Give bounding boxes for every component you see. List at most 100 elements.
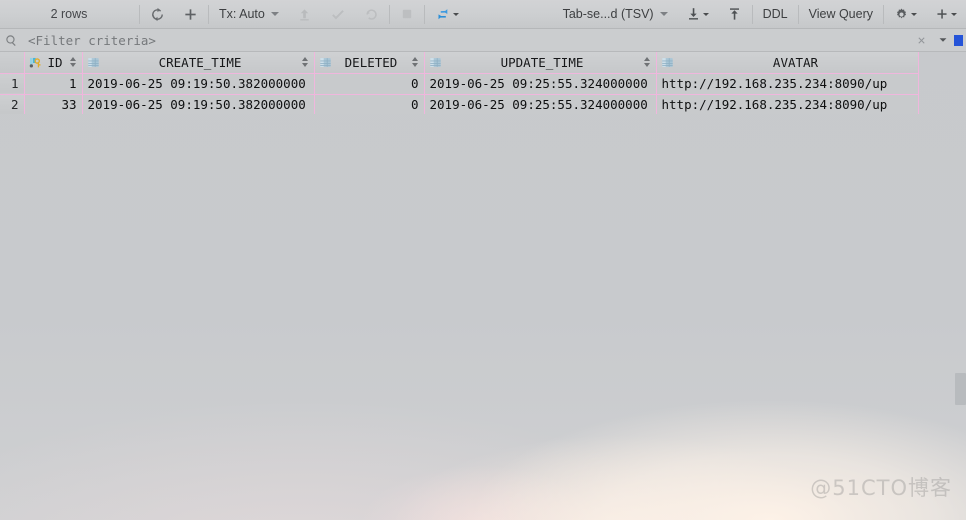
- cell-value: 0: [410, 75, 419, 91]
- output-format-label: Tab-se...d (TSV): [562, 7, 654, 21]
- resize-handle[interactable]: [954, 34, 963, 46]
- cell-deleted[interactable]: 0: [314, 73, 425, 95]
- submit-icon: [297, 7, 312, 22]
- cell-value: 1: [68, 75, 77, 91]
- ddl-button[interactable]: DDL: [754, 1, 797, 28]
- table-row[interactable]: 1 1 2019-06-25 09:19:50.382000000 0 2019…: [0, 73, 919, 95]
- gear-icon: [894, 7, 909, 22]
- plus-icon: [183, 7, 198, 22]
- column-header-avatar[interactable]: AVATAR: [656, 52, 919, 74]
- sort-indicator-update-time[interactable]: [643, 56, 652, 69]
- submit-button: [288, 1, 321, 28]
- commit-icon: [330, 7, 346, 22]
- cell-deleted[interactable]: 0: [314, 94, 425, 114]
- rollback-button: [355, 1, 388, 28]
- rollback-icon: [364, 7, 379, 22]
- row-number-label: 2: [10, 96, 19, 112]
- chevron-down-icon: [270, 12, 279, 16]
- chevron-down-icon: [911, 12, 917, 16]
- transpose-button[interactable]: [426, 1, 468, 28]
- row-count-label: 2 rows: [50, 7, 88, 21]
- grid-empty-area[interactable]: [0, 114, 966, 520]
- column-header-label: DELETED: [344, 54, 398, 70]
- view-query-button[interactable]: View Query: [800, 1, 882, 28]
- export-button[interactable]: [677, 1, 718, 28]
- chevron-down-icon: [452, 12, 459, 16]
- result-grid[interactable]: ID CREATE_TIME DELETED UPDATE_TIME AVATA…: [0, 52, 966, 114]
- transpose-icon: [435, 7, 451, 22]
- toolbar-separator: [139, 4, 140, 24]
- chevron-down-icon[interactable]: [932, 29, 954, 51]
- cell-create-time[interactable]: 2019-06-25 09:19:50.382000000: [82, 73, 315, 95]
- plus-icon: [935, 7, 949, 21]
- cell-value: 2019-06-25 09:25:55.324000000: [429, 75, 648, 91]
- output-format-dropdown[interactable]: Tab-se...d (TSV): [554, 1, 677, 28]
- vertical-scrollbar-thumb[interactable]: [955, 373, 966, 405]
- row-number-label: 1: [10, 75, 19, 91]
- column-icon: [87, 56, 100, 69]
- stop-icon: [400, 7, 414, 21]
- sort-indicator-create-time[interactable]: [301, 56, 310, 69]
- sort-indicator-id[interactable]: [69, 56, 78, 69]
- toolbar-separator: [797, 4, 799, 24]
- table-body: 1 1 2019-06-25 09:19:50.382000000 0 2019…: [0, 73, 919, 114]
- cell-value: 2019-06-25 09:25:55.324000000: [429, 96, 648, 112]
- cell-update-time[interactable]: 2019-06-25 09:25:55.324000000: [424, 73, 657, 95]
- add-button[interactable]: [926, 1, 966, 28]
- cell-value: http://192.168.235.234:8090/up: [661, 96, 888, 112]
- row-number[interactable]: 1: [0, 73, 25, 95]
- toolbar-separator: [423, 4, 425, 24]
- settings-button[interactable]: [885, 1, 926, 28]
- search-icon: [0, 29, 22, 51]
- filter-bar: [0, 29, 966, 52]
- result-table: ID CREATE_TIME DELETED UPDATE_TIME AVATA…: [0, 52, 919, 114]
- refresh-button[interactable]: [141, 1, 174, 28]
- cell-update-time[interactable]: 2019-06-25 09:25:55.324000000: [424, 94, 657, 114]
- row-number[interactable]: 2: [0, 94, 25, 114]
- primary-key-icon: [29, 56, 42, 69]
- toolbar-separator: [208, 4, 209, 24]
- cell-avatar[interactable]: http://192.168.235.234:8090/up: [656, 94, 919, 114]
- toolbar-separator: [388, 4, 390, 24]
- toolbar-separator: [751, 4, 753, 24]
- column-header-create-time[interactable]: CREATE_TIME: [82, 52, 315, 74]
- cell-value: 33: [61, 96, 77, 112]
- transaction-mode-label: Tx: Auto: [219, 7, 265, 21]
- filter-input[interactable]: [28, 29, 910, 51]
- data-editor-toolbar: 2 rows Tx: Auto Tab-se...d (TSV) DDL Vie…: [0, 0, 966, 29]
- grid-corner-cell[interactable]: [0, 52, 25, 74]
- column-header-update-time[interactable]: UPDATE_TIME: [424, 52, 657, 74]
- import-button[interactable]: [718, 1, 751, 28]
- cell-value: http://192.168.235.234:8090/up: [661, 75, 888, 91]
- add-row-button[interactable]: [174, 1, 207, 28]
- column-header-label: UPDATE_TIME: [500, 54, 584, 70]
- cell-avatar[interactable]: http://192.168.235.234:8090/up: [656, 73, 919, 95]
- column-icon: [429, 56, 442, 69]
- import-icon: [727, 6, 742, 22]
- close-icon[interactable]: [910, 29, 932, 51]
- column-header-id[interactable]: ID: [24, 52, 83, 74]
- column-header-label: CREATE_TIME: [158, 54, 242, 70]
- table-header: ID CREATE_TIME DELETED UPDATE_TIME AVATA…: [0, 52, 919, 74]
- transaction-mode-dropdown[interactable]: Tx: Auto: [210, 1, 288, 28]
- stop-button: [391, 1, 423, 28]
- export-icon: [686, 6, 701, 22]
- table-row[interactable]: 2 33 2019-06-25 09:19:50.382000000 0 201…: [0, 94, 919, 114]
- cell-value: 2019-06-25 09:19:50.382000000: [87, 96, 306, 112]
- cell-create-time[interactable]: 2019-06-25 09:19:50.382000000: [82, 94, 315, 114]
- cell-id[interactable]: 33: [24, 94, 83, 114]
- column-icon: [661, 56, 674, 69]
- cell-value: 2019-06-25 09:19:50.382000000: [87, 75, 306, 91]
- chevron-down-icon: [659, 12, 668, 16]
- column-header-deleted[interactable]: DELETED: [314, 52, 425, 74]
- column-icon: [319, 56, 332, 69]
- cell-id[interactable]: 1: [24, 73, 83, 95]
- refresh-icon: [150, 7, 165, 22]
- cell-value: 0: [410, 96, 419, 112]
- sort-indicator-deleted[interactable]: [411, 56, 420, 69]
- toolbar-separator: [883, 4, 884, 24]
- column-header-label: ID: [47, 54, 63, 70]
- column-header-label: AVATAR: [772, 54, 819, 70]
- header-row: ID CREATE_TIME DELETED UPDATE_TIME AVATA…: [0, 52, 919, 74]
- chevron-down-icon: [951, 12, 957, 16]
